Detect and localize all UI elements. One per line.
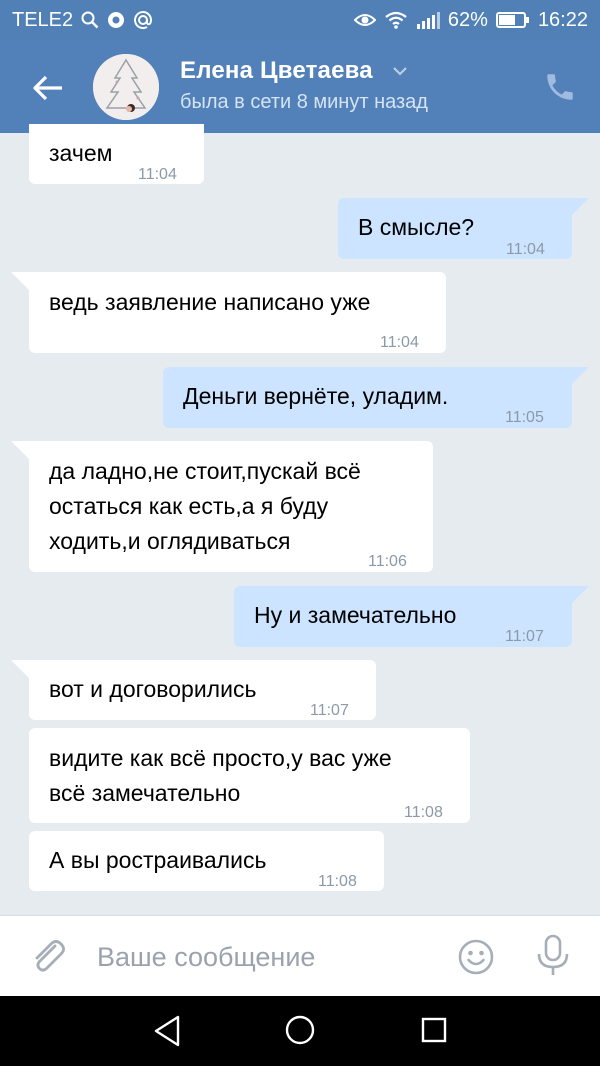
nav-back-icon[interactable] (152, 1014, 182, 1048)
eye-icon (353, 12, 376, 28)
message-text: ведь заявление написано уже (49, 289, 371, 315)
voice-record-button[interactable] (535, 934, 571, 978)
message-text-line: да ладно,не стоит,пускай всё (49, 458, 361, 484)
bubble-tail (11, 660, 29, 678)
nav-home-icon[interactable] (284, 1014, 316, 1046)
battery-icon (495, 12, 530, 28)
status-bar: TELE2 62% 16:22 (0, 0, 600, 40)
avatar[interactable] (93, 54, 159, 120)
message-time: 11:08 (318, 873, 357, 890)
message-incoming[interactable]: ведь заявление написано уже 11:04 (29, 272, 446, 353)
call-button[interactable] (543, 70, 577, 104)
bubble-tail (11, 272, 29, 290)
chat-header: Елена Цветаева была в сети 8 минут назад (0, 40, 600, 133)
chevron-down-icon[interactable] (392, 65, 408, 77)
message-text: вот и договорились (49, 676, 257, 702)
message-time: 11:08 (404, 804, 443, 821)
message-text-line: ходить,и оглядиваться (49, 528, 291, 554)
message-incoming[interactable]: зачем 11:04 (29, 124, 204, 184)
message-incoming[interactable]: видите как всё просто,у вас уже всё заме… (29, 728, 470, 823)
message-text-line: остаться как есть,а я буду (49, 493, 329, 519)
wifi-icon (384, 11, 408, 29)
bubble-tail (571, 586, 589, 604)
message-text: Деньги вернёте, уладим. (183, 383, 449, 409)
message-time: 11:05 (505, 409, 544, 426)
clock-time: 16:22 (537, 8, 588, 31)
message-time: 11:04 (506, 241, 545, 258)
signal-icon (416, 11, 440, 29)
message-time: 11:06 (368, 553, 407, 570)
message-text-line: видите как всё просто,у вас уже (49, 745, 392, 771)
message-time: 11:07 (505, 628, 544, 645)
message-time: 11:04 (380, 334, 419, 351)
at-sign-icon (133, 10, 153, 30)
message-outgoing[interactable]: В смысле? 11:04 (338, 198, 572, 259)
emoji-button[interactable] (457, 938, 495, 976)
battery-percent: 62% (447, 8, 488, 31)
chrome-icon (107, 11, 125, 29)
message-outgoing[interactable]: Деньги вернёте, уладим. 11:05 (163, 367, 572, 428)
message-outgoing[interactable]: Ну и замечательно 11:07 (234, 586, 572, 647)
bubble-tail (571, 198, 589, 216)
mic-icon (537, 934, 569, 975)
attach-button[interactable] (28, 936, 68, 976)
contact-name[interactable]: Елена Цветаева (180, 57, 373, 85)
message-text: Ну и замечательно (254, 602, 457, 628)
nav-recent-icon[interactable] (420, 1016, 448, 1044)
message-incoming[interactable]: да ладно,не стоит,пускай всё остаться ка… (29, 441, 433, 572)
message-time: 11:04 (138, 166, 177, 183)
emoji-icon (458, 939, 494, 975)
message-time: 11:07 (310, 702, 349, 719)
carrier-label: TELE2 (12, 8, 74, 31)
message-text: А вы ростраивались (49, 847, 267, 873)
search-icon (81, 11, 99, 29)
back-button[interactable] (28, 68, 68, 108)
message-incoming[interactable]: А вы ростраивались 11:08 (29, 831, 384, 891)
bubble-tail (571, 367, 589, 385)
back-arrow-icon (33, 75, 62, 101)
message-text: В смысле? (358, 214, 475, 240)
message-input[interactable] (95, 936, 439, 978)
message-incoming[interactable]: вот и договорились 11:07 (29, 660, 376, 720)
last-seen-status: была в сети 8 минут назад (180, 91, 428, 113)
message-text-line: всё замечательно (49, 780, 241, 806)
message-composer (0, 915, 600, 997)
phone-icon (547, 74, 573, 100)
bubble-tail (11, 441, 29, 459)
attach-icon (35, 940, 65, 972)
system-nav-bar (0, 996, 600, 1066)
message-text: зачем (49, 140, 113, 166)
